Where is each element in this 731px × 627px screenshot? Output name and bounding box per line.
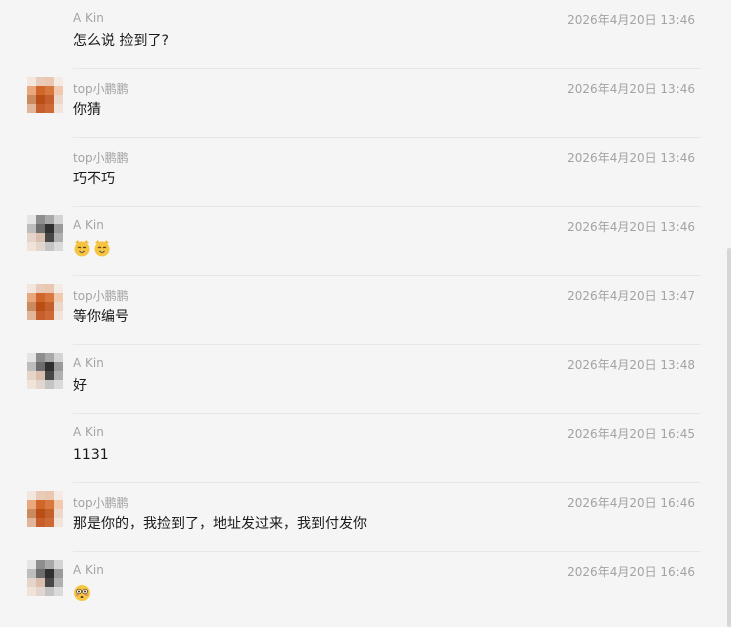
sender-name: A Kin <box>73 11 104 25</box>
avatar[interactable] <box>27 353 63 389</box>
message-item: top小鹏鹏 2026年4月20日 13:47 等你编号 <box>0 276 731 345</box>
sender-name: A Kin <box>73 218 104 232</box>
message-content <box>73 238 113 258</box>
avatar[interactable] <box>27 491 63 527</box>
message-item: A Kin 2026年4月20日 16:45 1131 <box>0 414 731 483</box>
message-item: top小鹏鹏 2026年4月20日 16:46 那是你的，我捡到了，地址发过来，… <box>0 483 731 552</box>
message-time: 2026年4月20日 13:46 <box>567 151 695 165</box>
message-text: 等你编号 <box>73 309 129 325</box>
sender-name: top小鹏鹏 <box>73 151 129 165</box>
scrollbar[interactable] <box>727 248 731 627</box>
cat-face-emoji <box>94 240 110 257</box>
avatar[interactable] <box>27 215 63 251</box>
sender-name: top小鹏鹏 <box>73 82 129 96</box>
message-item: A Kin 2026年4月20日 13:46 <box>0 207 731 276</box>
message-time: 2026年4月20日 16:45 <box>567 427 695 441</box>
avatar[interactable] <box>27 77 63 113</box>
message-time: 2026年4月20日 16:46 <box>567 496 695 510</box>
message-time: 2026年4月20日 13:46 <box>567 13 695 27</box>
message-time: 2026年4月20日 13:46 <box>567 220 695 234</box>
message-time: 2026年4月20日 13:48 <box>567 358 695 372</box>
message-time: 2026年4月20日 16:46 <box>567 565 695 579</box>
message-text: 巧不巧 <box>73 171 115 187</box>
message-content <box>73 583 93 603</box>
cat-face-emoji <box>74 240 90 257</box>
message-text: 你猜 <box>73 102 101 118</box>
avatar[interactable] <box>27 560 63 596</box>
sender-name: top小鹏鹏 <box>73 496 129 510</box>
message-item: A Kin 2026年4月20日 13:46 怎么说 捡到了? <box>0 0 731 69</box>
sender-name: A Kin <box>73 563 104 577</box>
message-text: 那是你的，我捡到了，地址发过来，我到付发你 <box>73 516 367 532</box>
chat-message-list[interactable]: A Kin 2026年4月20日 13:46 怎么说 捡到了? top小鹏鹏 2… <box>0 0 731 627</box>
message-text: 好 <box>73 378 87 394</box>
message-item: A Kin 2026年4月20日 13:48 好 <box>0 345 731 414</box>
sender-name: A Kin <box>73 425 104 439</box>
flushed-face-emoji <box>74 585 90 601</box>
sender-name: top小鹏鹏 <box>73 289 129 303</box>
sender-name: A Kin <box>73 356 104 370</box>
message-item: top小鹏鹏 2026年4月20日 13:46 巧不巧 <box>0 138 731 207</box>
message-text: 怎么说 捡到了? <box>73 33 169 49</box>
message-item: A Kin 2026年4月20日 16:46 <box>0 552 731 621</box>
message-time: 2026年4月20日 13:46 <box>567 82 695 96</box>
message-time: 2026年4月20日 13:47 <box>567 289 695 303</box>
avatar[interactable] <box>27 284 63 320</box>
message-item: top小鹏鹏 2026年4月20日 13:46 你猜 <box>0 69 731 138</box>
message-text: 1131 <box>73 447 109 463</box>
